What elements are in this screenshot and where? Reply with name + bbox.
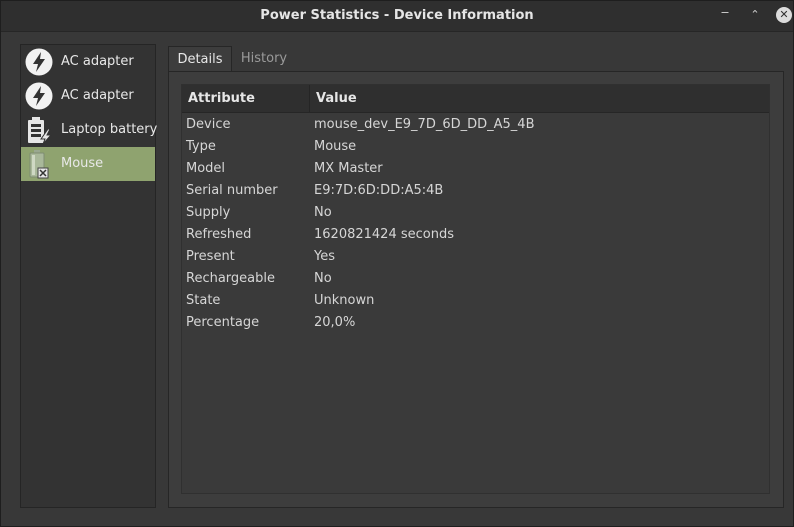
close-button[interactable]: ✕ [776,7,792,23]
table-row[interactable]: State Unknown [182,290,769,312]
details-table: Attribute Value Device mouse_dev_E9_7D_6… [181,84,770,494]
attribute-cell: Present [186,249,235,264]
table-row[interactable]: Model MX Master [182,158,769,180]
device-item-label: AC adapter [61,54,134,69]
power-statistics-window: Power Statistics - Device Information ‒ … [0,0,794,527]
value-cell: 1620821424 seconds [314,227,454,242]
maximize-button[interactable]: ⌃ [747,7,763,23]
value-cell: E9:7D:6D:DD:A5:4B [314,183,444,198]
device-item-ac-adapter-1[interactable]: AC adapter [21,45,155,79]
attribute-cell: Percentage [186,315,260,330]
attribute-cell: Model [186,161,226,176]
attribute-cell: Supply [186,205,231,220]
attribute-cell: State [186,293,221,308]
attribute-cell: Type [186,139,216,154]
table-row[interactable]: Supply No [182,202,769,224]
value-cell: No [314,271,332,286]
value-cell: 20,0% [314,315,356,330]
attribute-cell: Refreshed [186,227,252,242]
tab-details[interactable]: Details [168,46,232,72]
device-item-ac-adapter-2[interactable]: AC adapter [21,79,155,113]
value-cell: No [314,205,332,220]
value-cell: Mouse [314,139,357,154]
table-row[interactable]: Rechargeable No [182,268,769,290]
device-item-laptop-battery[interactable]: Laptop battery [21,113,158,147]
device-list: AC adapter AC adapter Laptop battery Mou… [20,44,158,508]
mouse-battery-icon [29,150,49,179]
ac-adapter-icon [25,48,53,76]
column-header-attribute[interactable]: Attribute [188,85,255,112]
device-item-mouse[interactable]: Mouse [21,147,155,181]
table-row[interactable]: Refreshed 1620821424 seconds [182,224,769,246]
value-cell: Yes [314,249,335,264]
column-header-value[interactable]: Value [316,85,357,112]
tab-history[interactable]: History [232,46,296,72]
value-cell: Unknown [314,293,375,308]
attribute-cell: Device [186,117,231,132]
table-row[interactable]: Device mouse_dev_E9_7D_6D_DD_A5_4B [182,114,769,136]
table-header: Attribute Value [182,85,769,113]
table-row[interactable]: Present Yes [182,246,769,268]
minimize-button[interactable]: ‒ [717,6,733,23]
battery-icon [28,117,53,145]
device-item-label: Mouse [61,156,104,171]
device-item-label: Laptop battery [61,122,158,137]
table-row[interactable]: Percentage 20,0% [182,312,769,334]
attribute-cell: Rechargeable [186,271,275,286]
device-item-label: AC adapter [61,88,134,103]
table-row[interactable]: Type Mouse [182,136,769,158]
attribute-cell: Serial number [186,183,278,198]
column-separator[interactable] [309,85,310,112]
value-cell: mouse_dev_E9_7D_6D_DD_A5_4B [314,117,535,132]
window-title: Power Statistics - Device Information [260,8,534,23]
titlebar[interactable]: Power Statistics - Device Information ‒ … [1,1,793,32]
value-cell: MX Master [314,161,383,176]
table-row[interactable]: Serial number E9:7D:6D:DD:A5:4B [182,180,769,202]
ac-adapter-icon [25,82,53,110]
details-panel: Attribute Value Device mouse_dev_E9_7D_6… [168,71,784,508]
